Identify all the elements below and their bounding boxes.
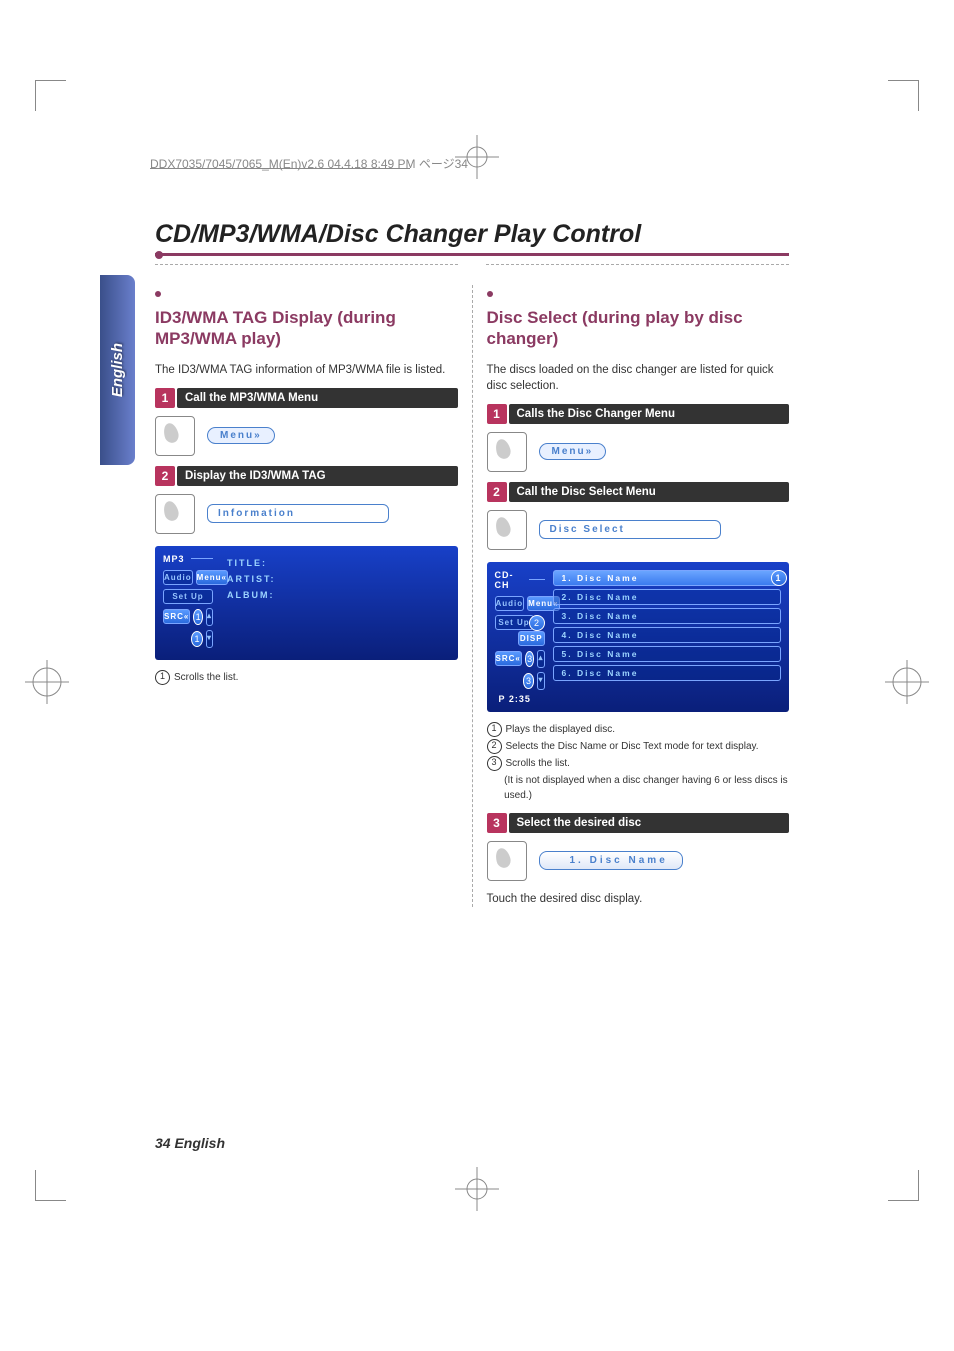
audio-button[interactable]: Audio — [495, 596, 525, 611]
crop-mark-br — [888, 1170, 919, 1201]
crop-mark-tr — [888, 80, 919, 111]
disc-item-1[interactable]: 1. Disc Name — [553, 570, 782, 586]
callout-3: 3 — [525, 651, 535, 667]
note-1: Scrolls the list. — [174, 670, 238, 685]
step-label: Call the MP3/WMA Menu — [177, 388, 458, 408]
audio-button[interactable]: Audio — [163, 570, 193, 585]
touch-icon — [487, 841, 527, 881]
mp3-screen: MP3 Audio Menu« Set Up SRC« 1 ▴ 1 ▾ — [155, 546, 458, 660]
step-number: 2 — [487, 482, 507, 502]
scroll-down-button[interactable]: ▾ — [537, 672, 544, 690]
step-number: 2 — [155, 466, 175, 486]
section-title-discselect: Disc Select (during play by disc changer… — [487, 307, 790, 350]
touch-icon — [487, 432, 527, 472]
section-dot — [155, 291, 161, 297]
disc-select-button[interactable]: Disc Select — [539, 520, 721, 539]
screen-header: MP3 — [163, 554, 185, 564]
callout-1: 1 — [771, 570, 787, 586]
outro-text: Touch the desired disc display. — [487, 891, 790, 907]
note-2: Selects the Disc Name or Disc Text mode … — [506, 739, 759, 754]
registration-mark-right — [885, 660, 929, 704]
note-3: Scrolls the list. — [506, 756, 570, 771]
scroll-up-button[interactable]: ▴ — [206, 608, 213, 626]
field-album: ALBUM: — [227, 590, 444, 600]
step-2: 2 Call the Disc Select Menu — [487, 482, 790, 502]
step-2: 2 Display the ID3/WMA TAG — [155, 466, 458, 486]
intro-text: The ID3/WMA TAG information of MP3/WMA f… — [155, 362, 458, 378]
note-bullet-1: 1 — [487, 722, 502, 737]
step-number: 3 — [487, 813, 507, 833]
step-1: 1 Call the MP3/WMA Menu — [155, 388, 458, 408]
page-title: CD/MP3/WMA/Disc Changer Play Control — [155, 220, 789, 249]
field-title: TITLE: — [227, 558, 444, 568]
note-bullet-3: 3 — [487, 756, 502, 771]
play-time: P 2:35 — [495, 694, 545, 704]
page-footer: 34 English — [155, 1135, 225, 1151]
title-rule — [155, 253, 789, 256]
note-bullet-1: 1 — [155, 670, 170, 685]
step-number: 1 — [487, 404, 507, 424]
screen-header: CD-CH — [495, 570, 524, 590]
step-3: 3 Select the desired disc — [487, 813, 790, 833]
left-column: ID3/WMA TAG Display (during MP3/WMA play… — [155, 285, 473, 907]
note-bullet-2: 2 — [487, 739, 502, 754]
section-dot — [487, 291, 493, 297]
right-column: Disc Select (during play by disc changer… — [473, 285, 790, 907]
header-underline — [150, 168, 410, 169]
scroll-up-button[interactable]: ▴ — [537, 650, 544, 668]
touch-icon — [155, 494, 195, 534]
section-title-id3: ID3/WMA TAG Display (during MP3/WMA play… — [155, 307, 458, 350]
callout-3b: 3 — [523, 673, 535, 689]
disc-item-5[interactable]: 5. Disc Name — [553, 646, 782, 662]
step-number: 1 — [155, 388, 175, 408]
note-3b: (It is not displayed when a disc changer… — [504, 773, 789, 803]
disc-item-6[interactable]: 6. Disc Name — [553, 665, 782, 681]
src-button[interactable]: SRC« — [495, 651, 522, 666]
src-button[interactable]: SRC« — [163, 609, 190, 624]
disp-button[interactable]: DISP — [518, 631, 545, 646]
callout-1: 1 — [193, 609, 203, 625]
note-1: Plays the displayed disc. — [506, 722, 616, 737]
touch-icon — [155, 416, 195, 456]
setup-button[interactable]: Set Up — [495, 615, 534, 630]
disc-item-3[interactable]: 3. Disc Name — [553, 608, 782, 624]
menu-button[interactable]: Menu» — [207, 427, 275, 444]
disc-name-button[interactable]: 1. Disc Name — [539, 851, 683, 870]
step-label: Display the ID3/WMA TAG — [177, 466, 458, 486]
disc-item-2[interactable]: 2. Disc Name — [553, 589, 782, 605]
setup-button[interactable]: Set Up — [163, 589, 213, 604]
touch-icon — [487, 510, 527, 550]
field-artist: ARTIST: — [227, 574, 444, 584]
menu-button[interactable]: Menu» — [539, 443, 607, 460]
language-tab: English — [100, 275, 135, 465]
intro-text: The discs loaded on the disc changer are… — [487, 362, 790, 394]
callout-1b: 1 — [191, 631, 203, 647]
disc-item-4[interactable]: 4. Disc Name — [553, 627, 782, 643]
callout-2: 2 — [529, 615, 545, 631]
registration-mark-left — [25, 660, 69, 704]
step-1: 1 Calls the Disc Changer Menu — [487, 404, 790, 424]
step-label: Call the Disc Select Menu — [509, 482, 790, 502]
step-label: Select the desired disc — [509, 813, 790, 833]
cdch-screen: CD-CH Audio Menu« Set Up 2 DISP SRC« — [487, 562, 790, 712]
crop-mark-bl — [35, 1170, 66, 1201]
document-header: DDX7035/7045/7065_M(En)v2.6 04.4.18 8:49… — [150, 155, 468, 172]
information-button[interactable]: Information — [207, 504, 389, 523]
scroll-down-button[interactable]: ▾ — [206, 630, 213, 648]
crop-mark-tl — [35, 80, 66, 111]
language-label: English — [109, 343, 126, 397]
step-label: Calls the Disc Changer Menu — [509, 404, 790, 424]
